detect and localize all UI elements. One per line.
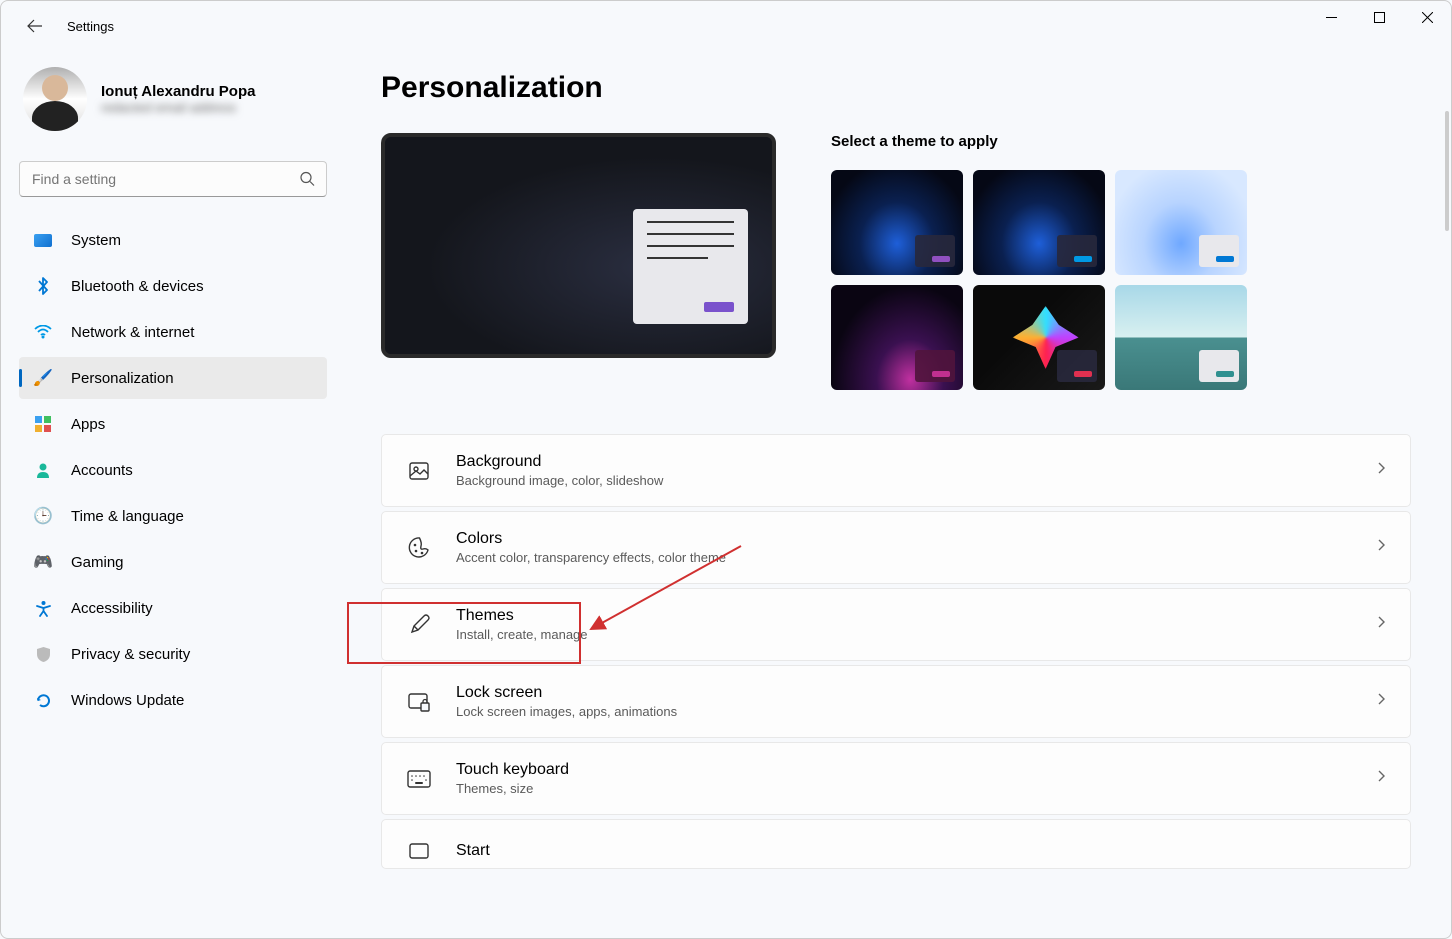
desktop-preview [381, 133, 776, 358]
brush-icon: 🖌️ [33, 368, 53, 388]
theme-thumb-2[interactable] [973, 170, 1105, 275]
minimize-button[interactable] [1307, 1, 1355, 33]
setting-themes[interactable]: Themes Install, create, manage [381, 588, 1411, 661]
update-icon [33, 690, 53, 710]
setting-start[interactable]: Start [381, 819, 1411, 869]
sidebar-item-accounts[interactable]: Accounts [19, 449, 327, 491]
sidebar-item-accessibility[interactable]: Accessibility [19, 587, 327, 629]
nav-label: System [71, 232, 121, 249]
chevron-right-icon [1376, 692, 1386, 711]
arrow-left-icon [27, 18, 43, 34]
start-icon [406, 838, 432, 864]
gamepad-icon: 🎮 [33, 552, 53, 572]
chevron-right-icon [1376, 461, 1386, 480]
app-title: Settings [67, 19, 114, 34]
theme-grid [831, 170, 1411, 390]
nav-label: Privacy & security [71, 646, 190, 663]
sidebar-item-network[interactable]: Network & internet [19, 311, 327, 353]
maximize-button[interactable] [1355, 1, 1403, 33]
setting-sub: Accent color, transparency effects, colo… [456, 550, 1352, 565]
user-email: redacted email address [101, 100, 255, 115]
theme-thumb-3[interactable] [1115, 170, 1247, 275]
pen-icon [406, 612, 432, 638]
monitor-icon [33, 230, 53, 250]
nav-label: Accessibility [71, 600, 153, 617]
keyboard-icon [406, 766, 432, 792]
chevron-right-icon [1376, 538, 1386, 557]
close-button[interactable] [1403, 1, 1451, 33]
window-controls [1307, 1, 1451, 33]
sidebar-item-apps[interactable]: Apps [19, 403, 327, 445]
wifi-icon [33, 322, 53, 342]
nav-label: Windows Update [71, 692, 184, 709]
sidebar-item-gaming[interactable]: 🎮 Gaming [19, 541, 327, 583]
apps-icon [33, 414, 53, 434]
theme-thumb-1[interactable] [831, 170, 963, 275]
person-icon [33, 460, 53, 480]
setting-touch-keyboard[interactable]: Touch keyboard Themes, size [381, 742, 1411, 815]
user-name: Ionuț Alexandru Popa [101, 83, 255, 100]
nav-label: Network & internet [71, 324, 194, 341]
avatar [23, 67, 87, 131]
sidebar-item-personalization[interactable]: 🖌️ Personalization [19, 357, 327, 399]
title-bar: Settings [1, 1, 1451, 51]
clock-globe-icon: 🕒 [33, 506, 53, 526]
nav-label: Bluetooth & devices [71, 278, 204, 295]
back-button[interactable] [15, 6, 55, 46]
setting-sub: Background image, color, slideshow [456, 473, 1352, 488]
search-input[interactable] [19, 161, 327, 197]
accessibility-icon [33, 598, 53, 618]
setting-title: Themes [456, 607, 1352, 625]
sidebar-item-bluetooth[interactable]: Bluetooth & devices [19, 265, 327, 307]
nav-list: System Bluetooth & devices Network & int… [19, 219, 327, 721]
sidebar-item-time[interactable]: 🕒 Time & language [19, 495, 327, 537]
nav-label: Time & language [71, 508, 184, 525]
palette-icon [406, 535, 432, 561]
setting-title: Colors [456, 530, 1352, 548]
picture-icon [406, 458, 432, 484]
chevron-right-icon [1376, 615, 1386, 634]
page-title: Personalization [381, 71, 1411, 105]
setting-sub: Lock screen images, apps, animations [456, 704, 1352, 719]
setting-sub: Install, create, manage [456, 627, 1352, 642]
setting-colors[interactable]: Colors Accent color, transparency effects… [381, 511, 1411, 584]
nav-label: Accounts [71, 462, 133, 479]
theme-thumb-4[interactable] [831, 285, 963, 390]
setting-background[interactable]: Background Background image, color, slide… [381, 434, 1411, 507]
theme-thumb-5[interactable] [973, 285, 1105, 390]
search-box[interactable] [19, 161, 327, 197]
setting-sub: Themes, size [456, 781, 1352, 796]
setting-lock-screen[interactable]: Lock screen Lock screen images, apps, ani… [381, 665, 1411, 738]
setting-title: Start [456, 842, 1386, 860]
nav-label: Apps [71, 416, 105, 433]
setting-title: Touch keyboard [456, 761, 1352, 779]
setting-title: Background [456, 453, 1352, 471]
theme-header: Select a theme to apply [831, 133, 1411, 150]
user-profile[interactable]: Ionuț Alexandru Popa redacted email addr… [19, 61, 327, 137]
search-icon [300, 172, 315, 187]
shield-icon [33, 644, 53, 664]
theme-thumb-6[interactable] [1115, 285, 1247, 390]
main-content: Personalization Select a theme to apply [341, 51, 1451, 938]
sidebar: Ionuț Alexandru Popa redacted email addr… [1, 51, 341, 938]
sidebar-item-system[interactable]: System [19, 219, 327, 261]
bluetooth-icon [33, 276, 53, 296]
nav-label: Gaming [71, 554, 124, 571]
chevron-right-icon [1376, 769, 1386, 788]
nav-label: Personalization [71, 370, 174, 387]
sidebar-item-privacy[interactable]: Privacy & security [19, 633, 327, 675]
sidebar-item-update[interactable]: Windows Update [19, 679, 327, 721]
scrollbar-thumb[interactable] [1445, 111, 1449, 231]
lock-screen-icon [406, 689, 432, 715]
setting-title: Lock screen [456, 684, 1352, 702]
